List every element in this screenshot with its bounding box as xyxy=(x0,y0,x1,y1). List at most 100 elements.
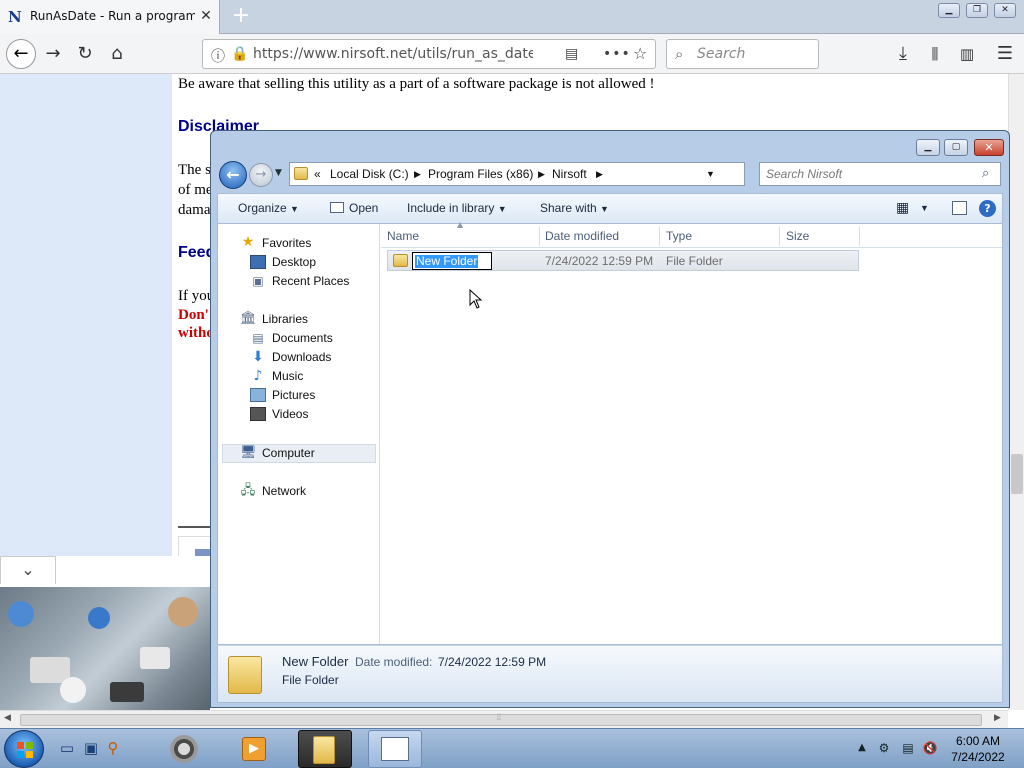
reader-view-icon[interactable]: ▤ xyxy=(565,46,578,62)
address-bar[interactable]: « Local Disk (C:) ▶ Program Files (x86) … xyxy=(289,162,817,186)
show-desktop-icon[interactable]: ▭ xyxy=(56,737,78,759)
ad-photo[interactable] xyxy=(0,587,210,712)
home-button[interactable]: ⌂ xyxy=(104,42,130,66)
library-icon[interactable]: ⫼ xyxy=(922,42,948,66)
nav-videos[interactable]: Videos xyxy=(272,407,308,421)
page-actions-icon[interactable]: ••• xyxy=(603,46,631,62)
explorer-close-button[interactable]: ✕ xyxy=(974,139,1004,156)
tray-expand-icon[interactable]: ▲ xyxy=(854,740,870,756)
nav-libraries[interactable]: Libraries xyxy=(262,312,308,326)
clock[interactable]: 6:00 AM 7/24/2022 xyxy=(944,733,1012,767)
column-date-modified[interactable]: Date modified xyxy=(545,229,619,243)
browser-restore-button[interactable]: ❐ xyxy=(966,3,988,18)
page-vertical-scrollbar[interactable] xyxy=(1008,74,1024,710)
nav-desktop[interactable]: Desktop xyxy=(272,255,316,269)
open-button[interactable]: Open xyxy=(349,201,378,215)
taskbar-app-raccoon[interactable] xyxy=(158,730,212,768)
browser-tab[interactable]: N RunAsDate - Run a program wi ✕ xyxy=(0,0,220,34)
back-button[interactable]: ← xyxy=(6,39,36,69)
column-divider[interactable] xyxy=(779,226,780,246)
view-dropdown-icon[interactable]: ▼ xyxy=(920,203,929,213)
taskbar-app-media-player[interactable]: ▶ xyxy=(228,730,282,768)
recent-pages-dropdown-icon[interactable]: ▼ xyxy=(275,168,287,180)
file-row[interactable]: New Folder 7/24/2022 12:59 PM File Folde… xyxy=(387,250,859,271)
music-note-icon: ♪ xyxy=(253,368,263,384)
navigation-pane: ★ Favorites Desktop ▣ Recent Places 🏛 Li… xyxy=(218,224,380,644)
breadcrumb-separator-icon[interactable]: ▶ xyxy=(414,169,421,180)
help-icon[interactable]: ? xyxy=(979,200,996,217)
organize-button[interactable]: Organize ▼ xyxy=(238,201,299,215)
dropdown-icon: ▼ xyxy=(290,204,299,214)
url-bar[interactable]: ⓘ 🔒 https://www.nirsoft.net/utils/run_as… xyxy=(202,39,656,69)
info-icon[interactable]: ⓘ xyxy=(211,46,225,66)
nav-pictures[interactable]: Pictures xyxy=(272,388,315,402)
forward-button[interactable]: → xyxy=(40,42,66,66)
start-button[interactable] xyxy=(4,730,44,768)
rename-input[interactable]: New Folder xyxy=(412,252,492,270)
nav-music[interactable]: Music xyxy=(272,369,303,383)
scroll-left-icon[interactable]: ◀ xyxy=(4,713,11,723)
breadcrumb-separator-icon[interactable]: ▶ xyxy=(538,169,545,180)
search-field[interactable]: ⌕ Search xyxy=(666,39,819,69)
bookmark-star-icon[interactable]: ☆ xyxy=(633,44,647,63)
taskbar-app-explorer[interactable] xyxy=(298,730,352,768)
breadcrumb-program-files[interactable]: Program Files (x86) xyxy=(428,167,533,181)
taskbar-app-runasdate[interactable] xyxy=(368,730,422,768)
address-dropdown-icon[interactable]: ▼ xyxy=(706,169,715,179)
browser-minimize-button[interactable]: ▁ xyxy=(938,3,960,18)
tab-title: RunAsDate - Run a program wi xyxy=(30,9,195,23)
breadcrumb-separator-icon[interactable]: ▶ xyxy=(596,169,603,180)
favorites-star-icon: ★ xyxy=(241,234,255,250)
include-in-library-button[interactable]: Include in library ▼ xyxy=(407,201,507,215)
vertical-scroll-thumb[interactable] xyxy=(1011,454,1023,494)
network-tray-icon[interactable]: ▤ xyxy=(900,740,916,756)
nav-computer[interactable]: Computer xyxy=(262,446,315,460)
breadcrumb-nirsoft[interactable]: Nirsoft xyxy=(552,167,587,181)
preview-pane-icon[interactable] xyxy=(952,201,967,215)
search-icon[interactable]: ⌕ xyxy=(982,166,989,181)
column-type[interactable]: Type xyxy=(666,229,692,243)
breadcrumb-overflow[interactable]: « xyxy=(314,167,321,181)
row-date-modified: 7/24/2022 12:59 PM xyxy=(545,254,654,268)
horizontal-scroll-thumb[interactable]: ⦙⦙ xyxy=(20,713,982,726)
nav-downloads[interactable]: Downloads xyxy=(272,350,331,364)
explorer-forward-button[interactable]: → xyxy=(249,163,273,187)
tab-close-icon[interactable]: ✕ xyxy=(198,8,214,26)
column-divider[interactable] xyxy=(539,226,540,246)
lock-icon[interactable]: 🔒 xyxy=(231,46,248,62)
page-horizontal-scrollbar[interactable]: ◀ ⦙⦙ ▶ xyxy=(0,710,1008,728)
details-date-label: Date modified: xyxy=(355,655,433,669)
explorer-maximize-button[interactable]: ▢ xyxy=(944,139,968,156)
collapse-chevron-icon[interactable]: ⌄ xyxy=(0,556,56,584)
explorer-search-input[interactable]: Search Nirsoft ⌕ xyxy=(759,162,1001,186)
nav-network[interactable]: Network xyxy=(262,484,306,498)
explorer-titlebar[interactable]: ▁ ▢ ✕ xyxy=(211,131,1009,161)
explorer-minimize-button[interactable]: ▁ xyxy=(916,139,940,156)
explorer-back-button[interactable]: ← xyxy=(219,161,247,189)
nav-recent-places[interactable]: Recent Places xyxy=(272,274,349,288)
videos-icon xyxy=(250,407,266,421)
sidebar-icon[interactable]: ▥ xyxy=(954,42,980,66)
reload-button[interactable]: ↻ xyxy=(72,42,98,66)
quicklaunch-app-icon[interactable]: ▣ xyxy=(80,737,102,759)
tray-app-icon[interactable]: ⚙ xyxy=(876,740,892,756)
browser-close-button[interactable]: ✕ xyxy=(994,3,1016,18)
column-name[interactable]: Name xyxy=(387,229,419,243)
view-options-icon[interactable]: ▦ xyxy=(896,199,909,216)
breadcrumb-local-disk[interactable]: Local Disk (C:) xyxy=(330,167,409,181)
page-warning-fragment: Don' xyxy=(178,307,209,323)
menu-icon[interactable]: ☰ xyxy=(992,42,1018,66)
explorer-body: ★ Favorites Desktop ▣ Recent Places 🏛 Li… xyxy=(217,220,1003,645)
volume-muted-icon[interactable]: 🔇 xyxy=(922,740,938,756)
nav-favorites[interactable]: Favorites xyxy=(262,236,311,250)
downloads-icon[interactable]: ⤓ xyxy=(890,42,916,66)
column-divider[interactable] xyxy=(659,226,660,246)
new-tab-button[interactable]: + xyxy=(228,4,254,30)
nav-documents[interactable]: Documents xyxy=(272,331,333,345)
include-label: Include in library xyxy=(407,201,495,215)
quicklaunch-search-icon[interactable]: ⚲ xyxy=(102,737,124,759)
scroll-right-icon[interactable]: ▶ xyxy=(994,713,1001,723)
column-size[interactable]: Size xyxy=(786,229,809,243)
share-with-button[interactable]: Share with ▼ xyxy=(540,201,609,215)
column-divider[interactable] xyxy=(859,226,860,246)
